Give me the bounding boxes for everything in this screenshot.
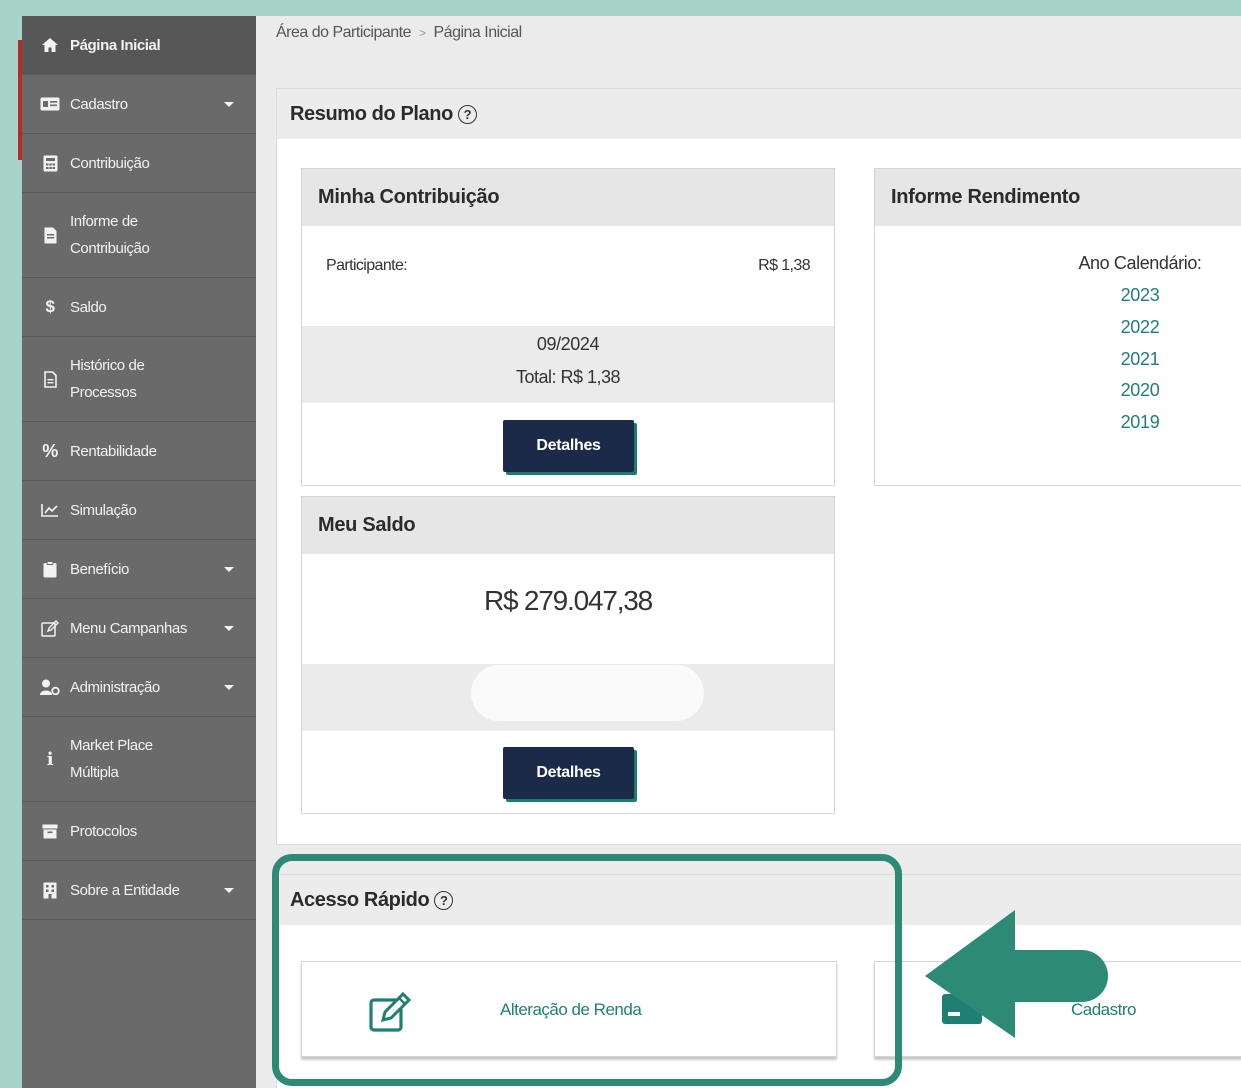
participante-label: Participante: [326, 257, 408, 274]
sidebar-item-sobre-a-entidade[interactable]: Sobre a Entidade [22, 861, 256, 920]
sidebar-item-label: Informe de Contribuição [70, 213, 150, 257]
highlight-box [272, 854, 902, 1086]
chevron-down-icon [224, 626, 234, 631]
sidebar-item-rentabilidade[interactable]: % Rentabilidade [22, 422, 256, 481]
breadcrumb-separator: > [418, 26, 426, 40]
user-cog-icon [40, 677, 60, 697]
calculator-icon [40, 153, 60, 173]
blurred-placeholder [471, 665, 704, 721]
informe-rendimento-card: Informe Rendimento Ano Calendário: 2023 … [874, 168, 1241, 486]
total-label: Total: R$ 1,38 [515, 367, 621, 387]
chart-line-icon [40, 500, 60, 520]
sidebar-item-label: Rentabilidade [70, 442, 157, 460]
year-link-2022[interactable]: 2022 [1090, 317, 1190, 338]
clipboard-icon [40, 559, 60, 579]
sidebar-item-label: Administração [70, 678, 160, 696]
sidebar-item-label: Contribuição [70, 154, 150, 172]
resumo-plano-panel: Resumo do Plano ? Minha Contribuição Par… [276, 88, 1241, 845]
home-icon [40, 35, 60, 55]
sidebar-item-label: Saldo [70, 298, 107, 316]
sidebar-item-cadastro[interactable]: Cadastro [22, 75, 256, 134]
info-icon: i [46, 748, 54, 770]
saldo-detail-band [302, 664, 834, 731]
year-link-2021[interactable]: 2021 [1090, 349, 1190, 370]
period-summary: 09/2024 Total: R$ 1,38 [302, 326, 834, 403]
card-title: Minha Contribuição [302, 169, 834, 226]
chevron-down-icon [224, 685, 234, 690]
sidebar: Página Inicial Cadastro Contribuição Inf… [22, 16, 256, 1088]
sidebar-item-label: Simulação [70, 501, 137, 519]
minha-contribuicao-card: Minha Contribuição Participante: R$ 1,38… [301, 168, 835, 486]
sidebar-item-pagina-inicial[interactable]: Página Inicial [22, 16, 256, 75]
pointer-arrow-icon [925, 910, 1108, 1038]
sidebar-item-contribuicao[interactable]: Contribuição [22, 134, 256, 193]
sidebar-item-administracao[interactable]: Administração [22, 658, 256, 717]
document-icon [40, 225, 60, 245]
year-link-2023[interactable]: 2023 [1090, 285, 1190, 306]
chevron-down-icon [224, 567, 234, 572]
file-icon [40, 369, 60, 389]
archive-icon [40, 821, 60, 841]
ano-calendario-label: Ano Calendário: [1078, 253, 1202, 273]
sidebar-item-label: Cadastro [70, 95, 128, 113]
sidebar-item-label: Protocolos [70, 822, 137, 840]
sidebar-item-label: Benefício [70, 560, 129, 578]
dollar-icon: $ [45, 297, 55, 316]
year-link-2019[interactable]: 2019 [1090, 412, 1190, 433]
detalhes-button[interactable]: Detalhes [503, 420, 634, 472]
id-card-icon [40, 94, 60, 114]
panel-title: Resumo do Plano [290, 102, 453, 125]
sidebar-item-label: Histórico de Processos [70, 357, 145, 401]
detalhes-button[interactable]: Detalhes [503, 747, 634, 799]
card-title: Informe Rendimento [875, 169, 1241, 226]
breadcrumb-root[interactable]: Área do Participante [276, 24, 411, 42]
resumo-plano-header: Resumo do Plano ? [277, 89, 1241, 139]
app-frame: Página Inicial Cadastro Contribuição Inf… [22, 16, 1241, 1088]
sidebar-item-informe-de-contribuicao[interactable]: Informe de Contribuição [22, 193, 256, 278]
sidebar-item-simulacao[interactable]: Simulação [22, 481, 256, 540]
sidebar-item-market-place[interactable]: i Market Place Múltipla [22, 717, 256, 802]
sidebar-item-menu-campanhas[interactable]: Menu Campanhas [22, 599, 256, 658]
period-label: 09/2024 [536, 334, 600, 354]
breadcrumb-current: Página Inicial [433, 24, 523, 41]
sidebar-item-saldo[interactable]: $ Saldo [22, 278, 256, 337]
sidebar-item-label: Market Place Múltipla [70, 737, 153, 781]
year-link-2020[interactable]: 2020 [1090, 380, 1190, 401]
sidebar-item-label: Página Inicial [70, 36, 161, 54]
percent-icon: % [42, 440, 58, 461]
building-icon [40, 880, 60, 900]
sidebar-item-protocolos[interactable]: Protocolos [22, 802, 256, 861]
meu-saldo-card: Meu Saldo R$ 279.047,38 Detalhes [301, 496, 835, 814]
help-icon[interactable]: ? [457, 104, 477, 124]
sidebar-item-label: Menu Campanhas [70, 619, 187, 637]
participante-value: R$ 1,38 [758, 257, 810, 274]
sidebar-item-beneficio[interactable]: Benefício [22, 540, 256, 599]
breadcrumb: Área do Participante > Página Inicial [276, 24, 522, 42]
sidebar-item-historico-de-processos[interactable]: Histórico de Processos [22, 337, 256, 422]
card-title: Meu Saldo [302, 497, 834, 554]
chevron-down-icon [224, 888, 234, 893]
saldo-value: R$ 279.047,38 [483, 585, 653, 616]
edit-icon [40, 618, 60, 638]
chevron-down-icon [224, 102, 234, 107]
sidebar-item-label: Sobre a Entidade [70, 881, 180, 899]
